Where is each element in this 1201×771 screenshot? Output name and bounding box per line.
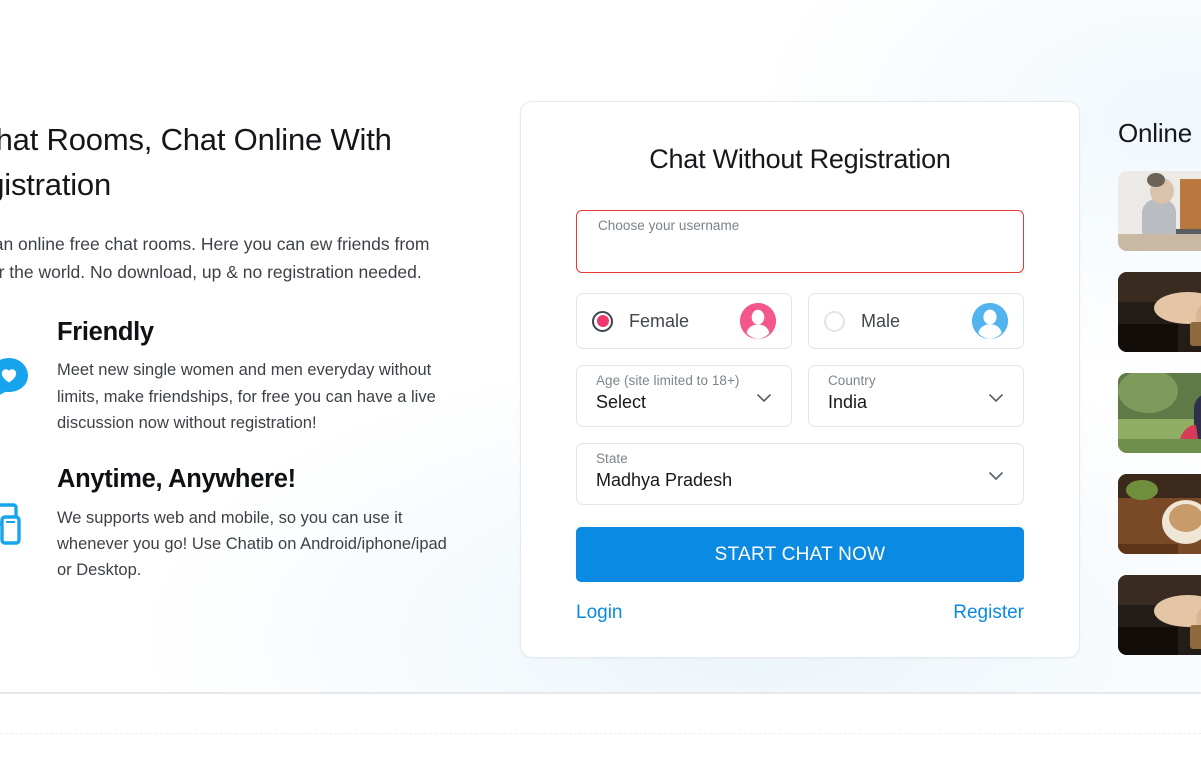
footer-dashed-line (0, 733, 1201, 734)
hero-section: e Chat Rooms, Chat Online With Registrat… (0, 118, 468, 611)
gender-selector: Female Male (576, 293, 1024, 349)
thumbnail-hands-coffee-dark[interactable] (1118, 272, 1201, 352)
feature-text: Meet new single women and men everyday w… (57, 361, 436, 432)
thumbnail-woman-outdoors[interactable] (1118, 373, 1201, 453)
start-chat-now-button[interactable]: START CHAT NOW (576, 527, 1024, 582)
gender-option-male[interactable]: Male (808, 293, 1024, 349)
footer-divider (0, 692, 1201, 694)
gender-label-female: Female (629, 310, 690, 331)
state-select[interactable]: State Madhya Pradesh (576, 443, 1024, 505)
gender-label-male: Male (861, 310, 901, 331)
chevron-down-icon (986, 466, 1006, 486)
state-label: State (596, 451, 628, 466)
chat-heart-icon (0, 353, 32, 399)
radio-female[interactable] (592, 310, 613, 332)
age-label: Age (site limited to 18+) (596, 373, 740, 388)
page-title: e Chat Rooms, Chat Online With Registrat… (0, 122, 392, 202)
username-field-wrapper[interactable]: Choose your username (576, 210, 1026, 273)
feature-title: Anytime, Anywhere! (57, 464, 296, 493)
thumbnail-list (1118, 171, 1201, 655)
online-users-sidebar: Online (1118, 118, 1201, 676)
login-link[interactable]: Login (576, 602, 623, 624)
registration-form-card: Chat Without Registration Choose your us… (520, 101, 1080, 658)
feature-item-friendly: Friendly Meet new single women and men e… (0, 317, 468, 436)
country-label: Country (828, 373, 876, 388)
feature-text: We supports web and mobile, so you can u… (57, 508, 447, 579)
male-avatar-icon (972, 303, 1008, 339)
form-title: Chat Without Registration (649, 144, 951, 174)
gender-option-female[interactable]: Female (576, 293, 792, 349)
country-select[interactable]: Country India (808, 365, 1024, 427)
hero-subtitle: .us is an online free chat rooms. Here y… (0, 233, 430, 283)
devices-icon (0, 500, 32, 546)
chevron-down-icon (986, 388, 1006, 408)
age-country-row: Age (site limited to 18+) Select Country… (576, 365, 1024, 427)
sidebar-title: Online (1118, 118, 1192, 148)
country-value: India (828, 392, 868, 412)
username-label: Choose your username (598, 218, 740, 233)
thumbnail-woman-at-desk[interactable] (1118, 171, 1201, 251)
feature-item-anytime-anywhere: Anytime, Anywhere! We supports web and m… (0, 464, 468, 583)
register-link[interactable]: Register (953, 602, 1024, 624)
age-select[interactable]: Age (site limited to 18+) Select (576, 365, 792, 427)
state-value: Madhya Pradesh (596, 470, 733, 490)
page-root: e Chat Rooms, Chat Online With Registrat… (0, 0, 1201, 771)
username-input[interactable] (578, 235, 1026, 270)
chevron-down-icon (754, 388, 774, 408)
female-avatar-icon (740, 303, 776, 339)
radio-male[interactable] (824, 310, 845, 332)
thumbnail-coffee-cup-hands[interactable] (1118, 474, 1201, 554)
age-value: Select (596, 392, 647, 412)
auth-links: Login Register (576, 602, 1024, 624)
feature-list: Friendly Meet new single women and men e… (0, 317, 468, 583)
thumbnail-hands-coffee-dark-2[interactable] (1118, 575, 1201, 655)
feature-title: Friendly (57, 317, 154, 346)
